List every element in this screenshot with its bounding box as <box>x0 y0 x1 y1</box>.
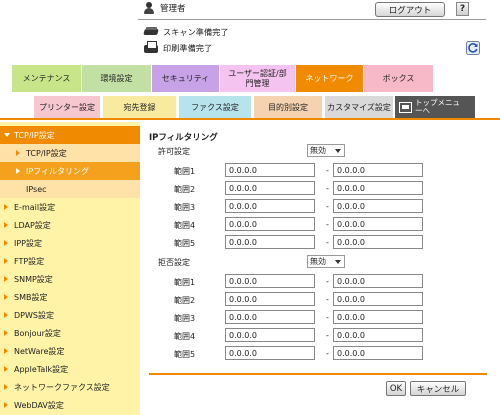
sidebar-item-tcpip-group[interactable]: TCP/IP設定 <box>0 126 140 144</box>
scan-status-text: スキャン準備完了 <box>163 27 229 37</box>
tab-divider <box>0 118 500 120</box>
deny-range2-to[interactable]: 0.0.0.0 <box>333 292 423 306</box>
page-title: IPフィルタリング <box>149 133 218 143</box>
range-dash: - <box>326 202 329 211</box>
deny-range1-to[interactable]: 0.0.0.0 <box>333 274 423 288</box>
tab-user-auth[interactable]: ユーザー認証/部門管理 <box>220 65 296 92</box>
deny-range5-to[interactable]: 0.0.0.0 <box>333 346 423 360</box>
sidebar-item-ipp[interactable]: IPP設定 <box>0 234 140 252</box>
sidebar-item-ip-filtering[interactable]: IPフィルタリング <box>0 162 140 180</box>
allow-range1-to[interactable]: 0.0.0.0 <box>333 163 423 177</box>
range-dash: - <box>326 166 329 175</box>
print-status: 印刷準備完了 <box>143 41 212 54</box>
deny-range-label: 範囲3 <box>174 314 196 323</box>
menu-icon <box>399 101 412 113</box>
sub-tabs: プリンター設定 宛先登録 ファクス設定 目的別設定 カスタマイズ設定 トップメニ… <box>12 96 487 118</box>
sidebar: TCP/IP設定 TCP/IP設定 IPフィルタリング IPsec E-mail… <box>0 122 140 415</box>
sidebar-item-ftp[interactable]: FTP設定 <box>0 252 140 270</box>
range-dash: - <box>326 295 329 304</box>
tab-environment[interactable]: 環境設定 <box>82 65 152 92</box>
allow-range-label: 範囲2 <box>174 185 196 194</box>
sidebar-item-tcpip[interactable]: TCP/IP設定 <box>0 144 140 162</box>
help-button[interactable]: ? <box>456 2 469 16</box>
range-dash: - <box>326 184 329 193</box>
deny-range-label: 範囲4 <box>174 332 196 341</box>
allow-range1-from[interactable]: 0.0.0.0 <box>225 163 315 177</box>
sidebar-item-email[interactable]: E-mail設定 <box>0 198 140 216</box>
range-dash: - <box>326 238 329 247</box>
allow-range3-to[interactable]: 0.0.0.0 <box>333 199 423 213</box>
allow-range-label: 範囲1 <box>174 167 196 176</box>
allow-range2-from[interactable]: 0.0.0.0 <box>225 181 315 195</box>
tab-purpose-settings[interactable]: 目的別設定 <box>254 96 322 118</box>
allow-range5-to[interactable]: 0.0.0.0 <box>333 235 423 249</box>
tab-address-registration[interactable]: 宛先登録 <box>103 96 176 118</box>
range-dash: - <box>326 349 329 358</box>
deny-range3-to[interactable]: 0.0.0.0 <box>333 310 423 324</box>
deny-range1-from[interactable]: 0.0.0.0 <box>225 274 315 288</box>
deny-setting-select[interactable]: 無効 <box>307 255 345 268</box>
sidebar-item-ldap[interactable]: LDAP設定 <box>0 216 140 234</box>
printer-icon <box>143 41 159 54</box>
sidebar-item-snmp[interactable]: SNMP設定 <box>0 270 140 288</box>
deny-range-label: 範囲5 <box>174 350 196 359</box>
deny-range4-to[interactable]: 0.0.0.0 <box>333 328 423 342</box>
deny-range4-from[interactable]: 0.0.0.0 <box>225 328 315 342</box>
allow-range-label: 範囲4 <box>174 221 196 230</box>
sidebar-item-dpws[interactable]: DPWS設定 <box>0 306 140 324</box>
range-dash: - <box>326 313 329 322</box>
deny-range-label: 範囲2 <box>174 296 196 305</box>
tab-box[interactable]: ボックス <box>364 65 434 92</box>
deny-range2-from[interactable]: 0.0.0.0 <box>225 292 315 306</box>
deny-range3-from[interactable]: 0.0.0.0 <box>225 310 315 324</box>
tab-customize-settings[interactable]: カスタマイズ設定 <box>325 96 393 118</box>
content-divider <box>149 373 487 375</box>
refresh-icon[interactable] <box>466 41 480 55</box>
top-menu-button[interactable]: トップメニューへ <box>395 96 475 118</box>
ok-button[interactable]: OK <box>386 381 406 396</box>
tab-maintenance[interactable]: メンテナンス <box>12 65 82 92</box>
tab-network[interactable]: ネットワーク <box>296 65 364 92</box>
allow-range5-from[interactable]: 0.0.0.0 <box>225 235 315 249</box>
deny-range5-from[interactable]: 0.0.0.0 <box>225 346 315 360</box>
user-label: 管理者 <box>160 4 186 14</box>
cancel-button[interactable]: キャンセル <box>410 381 466 396</box>
chevron-down-icon <box>335 260 341 264</box>
sidebar-item-appletalk[interactable]: AppleTalk設定 <box>0 360 140 378</box>
allow-range-label: 範囲3 <box>174 203 196 212</box>
allow-range2-to[interactable]: 0.0.0.0 <box>333 181 423 195</box>
allow-setting-select[interactable]: 無効 <box>307 144 345 157</box>
deny-setting-label: 拒否設定 <box>158 258 190 267</box>
sidebar-item-smb[interactable]: SMB設定 <box>0 288 140 306</box>
user-icon <box>143 2 156 14</box>
tab-fax-settings[interactable]: ファクス設定 <box>179 96 251 118</box>
scanner-icon <box>143 26 159 38</box>
deny-range-label: 範囲1 <box>174 278 196 287</box>
logout-button[interactable]: ログアウト <box>375 2 445 17</box>
range-dash: - <box>326 220 329 229</box>
allow-range-label: 範囲5 <box>174 239 196 248</box>
sidebar-item-webdav[interactable]: WebDAV設定 <box>0 396 140 414</box>
chevron-down-icon <box>335 149 341 153</box>
range-dash: - <box>326 277 329 286</box>
print-status-text: 印刷準備完了 <box>163 42 213 53</box>
range-dash: - <box>326 331 329 340</box>
sidebar-item-netware[interactable]: NetWare設定 <box>0 342 140 360</box>
allow-range4-to[interactable]: 0.0.0.0 <box>333 217 423 231</box>
allow-range3-from[interactable]: 0.0.0.0 <box>225 199 315 213</box>
sidebar-item-ipsec[interactable]: IPsec <box>0 180 140 198</box>
tab-security[interactable]: セキュリティ <box>152 65 220 92</box>
main-tabs: メンテナンス 環境設定 セキュリティ ユーザー認証/部門管理 ネットワーク ボッ… <box>12 65 487 92</box>
sidebar-item-bonjour[interactable]: Bonjour設定 <box>0 324 140 342</box>
sidebar-item-network-fax[interactable]: ネットワークファクス設定 <box>0 378 140 396</box>
user-indicator: 管理者 <box>143 2 186 14</box>
allow-setting-label: 許可設定 <box>158 147 190 156</box>
tab-printer-settings[interactable]: プリンター設定 <box>34 96 100 118</box>
scan-status: スキャン準備完了 <box>143 26 229 38</box>
header-divider <box>138 19 486 20</box>
allow-range4-from[interactable]: 0.0.0.0 <box>225 217 315 231</box>
